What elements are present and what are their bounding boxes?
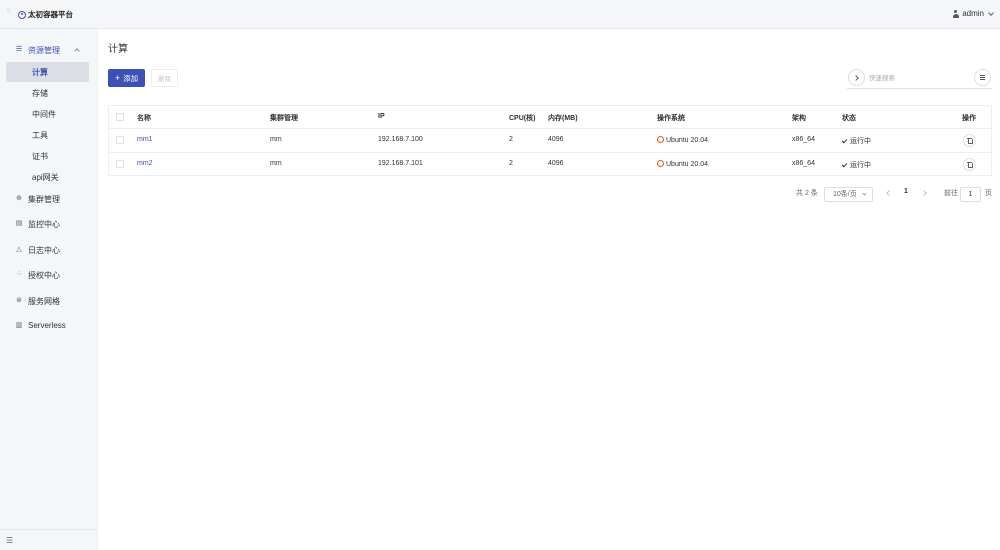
user-menu[interactable]: admin (952, 9, 994, 18)
logo[interactable]: 太初容器平台 (18, 9, 73, 20)
os-cell: Ubuntu 20.04 (657, 160, 708, 168)
logo-icon (18, 10, 26, 19)
sidebar-item-compute[interactable]: 计算 (6, 62, 89, 82)
col-arch: 架构 (792, 115, 806, 122)
cluster-icon: ⊕ (16, 195, 22, 202)
col-status: 状态 (842, 115, 856, 122)
sliders-icon: ☰ (15, 46, 23, 53)
table-row: mm2 mm 192.168.7.101 2 4096 Ubuntu 20.04… (109, 153, 991, 176)
table-row: mm1 mm 192.168.7.100 2 4096 Ubuntu 20.04… (109, 129, 991, 153)
grid-icon: ⁘ (16, 271, 22, 278)
check-icon (841, 161, 848, 168)
user-icon (952, 9, 959, 18)
vm-table: 名称 集群管理 IP CPU(核) 内存(MB) 操作系统 架构 状态 操作 m… (108, 105, 992, 176)
sidebar-group-serverless[interactable]: ▥ Serverless (0, 316, 98, 336)
col-ip: IP (378, 113, 385, 120)
sidebar-group-logs[interactable]: △ 日志中心 (0, 240, 98, 260)
vm-name-link[interactable]: mm2 (137, 160, 153, 167)
doc-icon: ▥ (15, 322, 23, 329)
bell-icon: △ (16, 246, 22, 253)
sidebar-item-tools[interactable]: 工具 (6, 125, 117, 145)
sidebar-item-middleware[interactable]: 中间件 (6, 104, 117, 124)
chevron-down-icon (988, 9, 994, 16)
select-all-checkbox[interactable] (116, 113, 124, 121)
goto-page-input[interactable]: 1 (960, 187, 981, 202)
sidebar: ☰ 资源管理 计算 存储 中间件 工具 证书 api网关 ⊕ 集群管理 ▤ 监控… (0, 29, 98, 550)
chevron-up-icon (74, 48, 80, 54)
sidebar-group-cluster[interactable]: ⊕ 集群管理 (0, 189, 98, 209)
search-input[interactable] (869, 71, 969, 85)
divider (0, 529, 97, 530)
col-os: 操作系统 (657, 115, 685, 122)
top-header: ⁞⁞ 太初容器平台 admin (0, 0, 1000, 29)
table-header: 名称 集群管理 IP CPU(核) 内存(MB) 操作系统 架构 状态 操作 (109, 106, 991, 129)
user-name: admin (962, 9, 984, 18)
page-size-select[interactable]: 10条/页 (824, 187, 873, 202)
prev-page-icon[interactable] (886, 190, 892, 196)
chevron-down-icon (862, 191, 867, 196)
page-number-current[interactable]: 1 (904, 188, 908, 195)
row-checkbox[interactable] (116, 136, 124, 144)
sidebar-group-mesh[interactable]: ⊛ 服务网格 (0, 291, 98, 311)
col-actions: 操作 (962, 115, 976, 122)
sidebar-group-resource[interactable]: ☰ 资源管理 (0, 40, 98, 60)
sidebar-item-api-gateway[interactable]: api网关 (6, 167, 117, 187)
sidebar-group-monitor[interactable]: ▤ 监控中心 (0, 214, 98, 234)
pagination-total: 共 2 条 (796, 190, 818, 197)
col-cpu: CPU(核) (509, 115, 536, 122)
ubuntu-icon (657, 136, 664, 143)
quick-search (847, 68, 992, 89)
sidebar-item-storage[interactable]: 存储 (6, 83, 117, 103)
page-title: 计算 (108, 44, 128, 55)
app-title: 太初容器平台 (28, 10, 73, 19)
col-cluster: 集群管理 (270, 115, 298, 122)
col-mem: 内存(MB) (548, 115, 578, 122)
check-icon (841, 137, 848, 144)
status-cell: 运行中 (841, 136, 871, 146)
chevron-right-icon[interactable] (848, 69, 865, 86)
add-button[interactable]: + 添加 (108, 69, 145, 87)
ubuntu-icon (657, 160, 664, 167)
sidebar-item-certs[interactable]: 证书 (6, 146, 117, 166)
trash-icon[interactable] (963, 158, 976, 171)
goto-label: 前往 (944, 190, 958, 197)
goto-suffix: 页 (985, 190, 992, 197)
sidebar-group-label: 资源管理 (28, 46, 60, 55)
app-grid-icon[interactable]: ⁞⁞ (7, 9, 12, 18)
status-cell: 运行中 (841, 160, 871, 170)
collapse-sidebar-icon[interactable]: ☰ (6, 536, 13, 545)
sidebar-group-auth[interactable]: ⁘ 授权中心 (0, 265, 98, 285)
vm-name-link[interactable]: mm1 (137, 136, 153, 143)
delete-button[interactable]: 删除 (151, 69, 178, 87)
list-filter-icon[interactable] (974, 69, 991, 86)
trash-icon[interactable] (963, 134, 976, 147)
monitor-icon: ▤ (15, 220, 23, 227)
mesh-icon: ⊛ (16, 297, 22, 304)
next-page-icon[interactable] (921, 190, 927, 196)
row-checkbox[interactable] (116, 160, 124, 168)
col-name: 名称 (137, 115, 151, 122)
os-cell: Ubuntu 20.04 (657, 136, 708, 144)
plus-icon: + (114, 73, 121, 83)
